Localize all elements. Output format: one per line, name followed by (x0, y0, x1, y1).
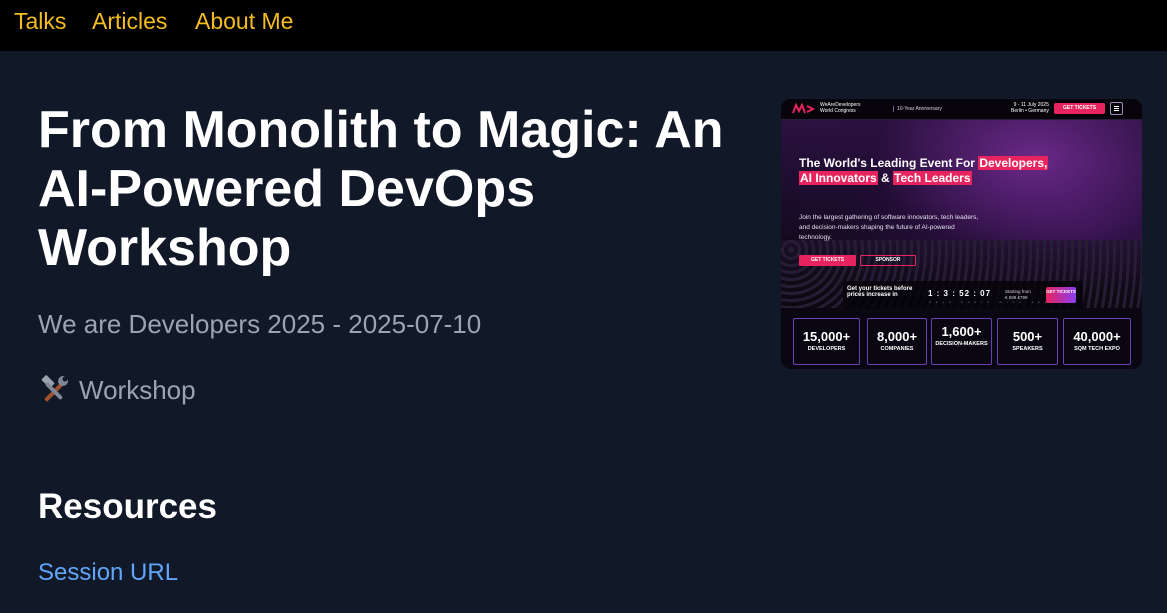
stat-value: 1,600+ (941, 324, 982, 339)
thumb-stat-developers: 15,000+ DEVELOPERS (793, 318, 860, 365)
tools-icon (38, 374, 70, 406)
nav-link-articles[interactable]: Articles (92, 8, 167, 34)
event-date-line: We are Developers 2025 - 2025-07-10 (38, 309, 482, 339)
thumb-stat-companies: 8,000+ COMPANIES (867, 318, 927, 365)
thumb-stat-expo: 40,000+ SQM TECH EXPO (1063, 318, 1131, 365)
stat-value: 8,000+ (876, 329, 918, 344)
talk-type: Workshop (38, 374, 196, 406)
nav-link-talks[interactable]: Talks (14, 8, 66, 34)
thumb-stats: 15,000+ DEVELOPERS 8,000+ COMPANIES 1,60… (793, 318, 1131, 367)
thumb-countdown-tickets-button: GET TICKETS (1046, 287, 1076, 303)
thumb-anniversary: 10-Year Anniversary (893, 106, 942, 112)
thumb-date-line2: Berlin • Germany (1011, 108, 1049, 114)
thumb-hero-highlight-developers: Developers, (978, 156, 1049, 170)
thumb-stat-decision-makers: 1,600+ DECISION-MAKERS (931, 318, 992, 365)
thumb-header: WeAreDevelopers World Congress 10-Year A… (781, 99, 1142, 120)
talk-type-label: Workshop (79, 375, 196, 405)
thumb-brand-line2: World Congress (820, 108, 856, 114)
talk-title: From Monolith to Magic: An AI-Powered De… (38, 101, 724, 277)
thumb-sponsor-button: SPONSOR (860, 255, 916, 266)
thumb-date: 9 - 11 July 2025 Berlin • Germany (1011, 102, 1049, 114)
thumb-hero-highlight-ai: AI Innovators (799, 171, 878, 185)
session-url-link[interactable]: Session URL (38, 559, 178, 587)
thumb-get-tickets-button: GET TICKETS (799, 255, 856, 266)
thumb-countdown: Get your tickets before prices increase … (843, 281, 1083, 309)
resources-heading: Resources (38, 487, 217, 526)
nav-link-about-me[interactable]: About Me (195, 8, 293, 34)
stat-value: 15,000+ (802, 329, 851, 344)
thumb-countdown-units: days hours mins secs (929, 300, 1058, 304)
stat-value: 500+ (1012, 329, 1043, 344)
thumb-brand: WeAreDevelopers World Congress (820, 102, 860, 114)
stat-label: SPEAKERS (1012, 346, 1043, 352)
thumb-hero-description: Join the largest gathering of software i… (799, 214, 979, 241)
wearedevelopers-logo-icon (792, 103, 816, 114)
thumb-countdown-timer: 1 : 3 : 52 : 07 (928, 289, 992, 298)
thumb-hero-highlight-tech: Tech Leaders (893, 171, 972, 185)
top-nav: Talks Articles About Me (0, 0, 1167, 51)
stat-label: COMPANIES (880, 346, 914, 352)
thumb-price: Starting from € 599 €799 (1005, 289, 1031, 301)
stat-value: 40,000+ (1073, 329, 1121, 344)
thumb-hero-title-text: The World's Leading Event For (799, 156, 979, 170)
thumb-hero: The World's Leading Event For Developers… (781, 120, 1142, 309)
thumb-countdown-label: Get your tickets before prices increase … (847, 286, 913, 298)
stat-label: DEVELOPERS (807, 346, 846, 352)
thumb-hero-ampersand: & (877, 171, 894, 185)
event-screenshot-image: WeAreDevelopers World Congress 10-Year A… (781, 99, 1142, 369)
thumb-price-line2: € 599 €799 (1005, 295, 1028, 300)
thumb-hero-title: The World's Leading Event For Developers… (799, 156, 1089, 186)
thumb-stat-speakers: 500+ SPEAKERS (997, 318, 1058, 365)
stat-label: SQM TECH EXPO (1074, 346, 1120, 352)
thumb-header-tickets-button: GET TICKETS (1054, 103, 1105, 114)
stat-label: DECISION-MAKERS (935, 341, 988, 347)
thumb-menu-icon (1110, 102, 1123, 115)
